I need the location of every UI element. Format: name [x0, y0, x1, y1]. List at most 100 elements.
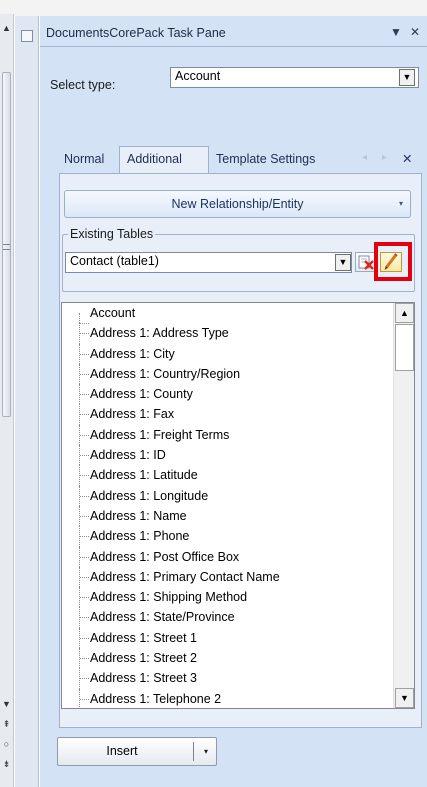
field-items: Account Address 1: Address Type Address 1:…: [62, 303, 392, 708]
tab-close-icon[interactable]: ✕: [402, 151, 412, 166]
field-tree-item-label: Address 1: Fax: [90, 407, 175, 422]
new-relationship-entity-label: New Relationship/Entity: [171, 197, 304, 211]
task-pane-title: DocumentsCorePack Task Pane: [46, 26, 226, 40]
field-tree-item[interactable]: Address 1: State/Province: [62, 607, 392, 628]
field-tree-item[interactable]: Address 1: Freight Terms: [62, 424, 392, 446]
field-tree-item-label: Address 1: City: [90, 346, 175, 361]
field-tree-item[interactable]: Address 1: City: [62, 343, 392, 364]
field-list-scrollbar[interactable]: ▲ ▼: [393, 303, 414, 708]
tree-connector: [79, 323, 90, 344]
task-pane-title-bar: DocumentsCorePack Task Pane ▼ ✕: [40, 22, 427, 44]
tree-connector: [79, 485, 90, 506]
field-tree-item-label: Address 1: Street 3: [90, 671, 198, 686]
field-tree-item[interactable]: Address 1: Fax: [62, 404, 392, 425]
field-tree-item[interactable]: Address 1: Telephone 2: [62, 688, 392, 708]
field-tree-item-label: Address 1: Name: [90, 508, 187, 523]
tree-connector: [79, 384, 90, 405]
field-tree-item-label: Address 1: ID: [90, 448, 166, 463]
field-tree-item[interactable]: Address 1: Country/Region: [62, 363, 392, 385]
tree-connector: [79, 424, 90, 446]
tree-connector: [79, 313, 90, 324]
field-tree-item-label: Address 1: Telephone 2: [90, 691, 222, 706]
document-vertical-scrollbar[interactable]: ▲ ▼ ⇞ ○ ⇟: [0, 14, 14, 787]
existing-tables-legend: Existing Tables: [68, 227, 156, 241]
pane-gutter: [15, 16, 39, 787]
tree-connector: [79, 404, 90, 425]
field-tree-item-label: Address 1: Primary Contact Name: [90, 569, 280, 584]
field-tree-item[interactable]: Account: [62, 303, 392, 324]
field-tree-item-label: Address 1: Shipping Method: [90, 590, 248, 605]
field-tree-item[interactable]: Address 1: Street 2: [62, 648, 392, 669]
chevron-down-icon: ▾: [398, 199, 403, 208]
previous-page-icon[interactable]: ⇞: [0, 716, 13, 732]
tab-normal[interactable]: Normal: [64, 152, 104, 166]
tree-connector: [79, 648, 90, 669]
tree-connector: [79, 445, 90, 466]
field-tree-item[interactable]: Address 1: Primary Contact Name: [62, 566, 392, 588]
field-tree-item-label: Address 1: Post Office Box: [90, 549, 240, 564]
pane-close-icon[interactable]: ✕: [410, 25, 420, 39]
field-tree-item-label: Address 1: Address Type: [90, 326, 229, 341]
field-tree-item[interactable]: Address 1: Longitude: [62, 485, 392, 506]
select-type-label: Select type:: [50, 78, 116, 92]
field-tree-item-label: Address 1: Street 1: [90, 630, 198, 645]
select-type-value: Account: [175, 69, 221, 83]
next-page-icon[interactable]: ⇟: [0, 756, 13, 772]
title-separator: [40, 46, 427, 47]
insert-button[interactable]: Insert ▾: [57, 737, 217, 766]
field-tree-item[interactable]: Address 1: Latitude: [62, 465, 392, 486]
list-scroll-up-icon[interactable]: ▲: [395, 303, 414, 323]
field-tree-item[interactable]: Address 1: ID: [62, 445, 392, 466]
list-scroll-down-icon[interactable]: ▼: [395, 688, 414, 708]
tree-connector: [79, 587, 90, 608]
field-tree-item[interactable]: Address 1: Street 1: [62, 627, 392, 649]
pane-options-icon[interactable]: ▼: [390, 25, 402, 39]
field-tree-item-label: Address 1: Freight Terms: [90, 427, 230, 442]
scroll-grip-icon: [3, 244, 10, 250]
insert-button-divider: [193, 742, 194, 761]
tree-connector: [79, 668, 90, 689]
field-tree-item-label: Address 1: Street 2: [90, 651, 198, 666]
field-tree-item-label: Address 1: Phone: [90, 529, 190, 544]
scroll-up-icon[interactable]: ▲: [0, 20, 13, 36]
list-scroll-thumb[interactable]: [395, 324, 414, 371]
tree-connector: [79, 546, 90, 567]
tree-connector: [79, 607, 90, 628]
select-browse-object-icon[interactable]: ○: [0, 736, 13, 752]
tab-scroll-left-icon[interactable]: ◂: [362, 152, 367, 163]
existing-tables-dropdown[interactable]: Contact (table1): [65, 252, 352, 273]
chevron-down-icon[interactable]: ▼: [399, 69, 415, 86]
tree-connector: [79, 363, 90, 385]
pane-dock-icon[interactable]: [21, 30, 33, 42]
chevron-down-icon[interactable]: ▾: [197, 738, 215, 765]
chevron-down-icon[interactable]: ▼: [335, 254, 351, 271]
field-tree-item[interactable]: Address 1: Street 3: [62, 668, 392, 689]
field-tree-item[interactable]: Address 1: County: [62, 384, 392, 405]
tab-scroll-right-icon[interactable]: ▸: [382, 152, 387, 163]
tree-connector: [79, 627, 90, 649]
tree-connector: [79, 343, 90, 364]
field-tree-item-label: Account: [90, 306, 136, 320]
field-tree-item-label: Address 1: State/Province: [90, 610, 235, 625]
field-tree-item[interactable]: Address 1: Post Office Box: [62, 546, 392, 567]
tree-connector: [79, 566, 90, 588]
tab-additional[interactable]: Additional: [127, 152, 182, 166]
existing-tables-value: Contact (table1): [70, 254, 159, 268]
scroll-down-icon[interactable]: ▼: [0, 696, 13, 712]
field-tree-item-label: Address 1: County: [90, 387, 193, 402]
tree-connector: [79, 465, 90, 486]
field-tree-list[interactable]: Account Address 1: Address Type Address 1:…: [61, 302, 415, 709]
field-tree-item[interactable]: Address 1: Address Type: [62, 323, 392, 344]
field-tree-item[interactable]: Address 1: Shipping Method: [62, 587, 392, 608]
field-tree-item[interactable]: Address 1: Phone: [62, 526, 392, 547]
highlight-box: [374, 242, 412, 281]
field-tree-item[interactable]: Address 1: Name: [62, 505, 392, 527]
new-relationship-entity-button[interactable]: New Relationship/Entity ▾: [64, 190, 411, 218]
tree-connector: [79, 526, 90, 547]
select-type-dropdown[interactable]: Account: [170, 67, 419, 88]
tab-template-settings[interactable]: Template Settings: [216, 152, 315, 166]
tree-connector: [79, 688, 90, 708]
top-window-strip: [0, 0, 427, 16]
field-tree-item-label: Address 1: Longitude: [90, 488, 209, 503]
tree-connector: [79, 505, 90, 527]
